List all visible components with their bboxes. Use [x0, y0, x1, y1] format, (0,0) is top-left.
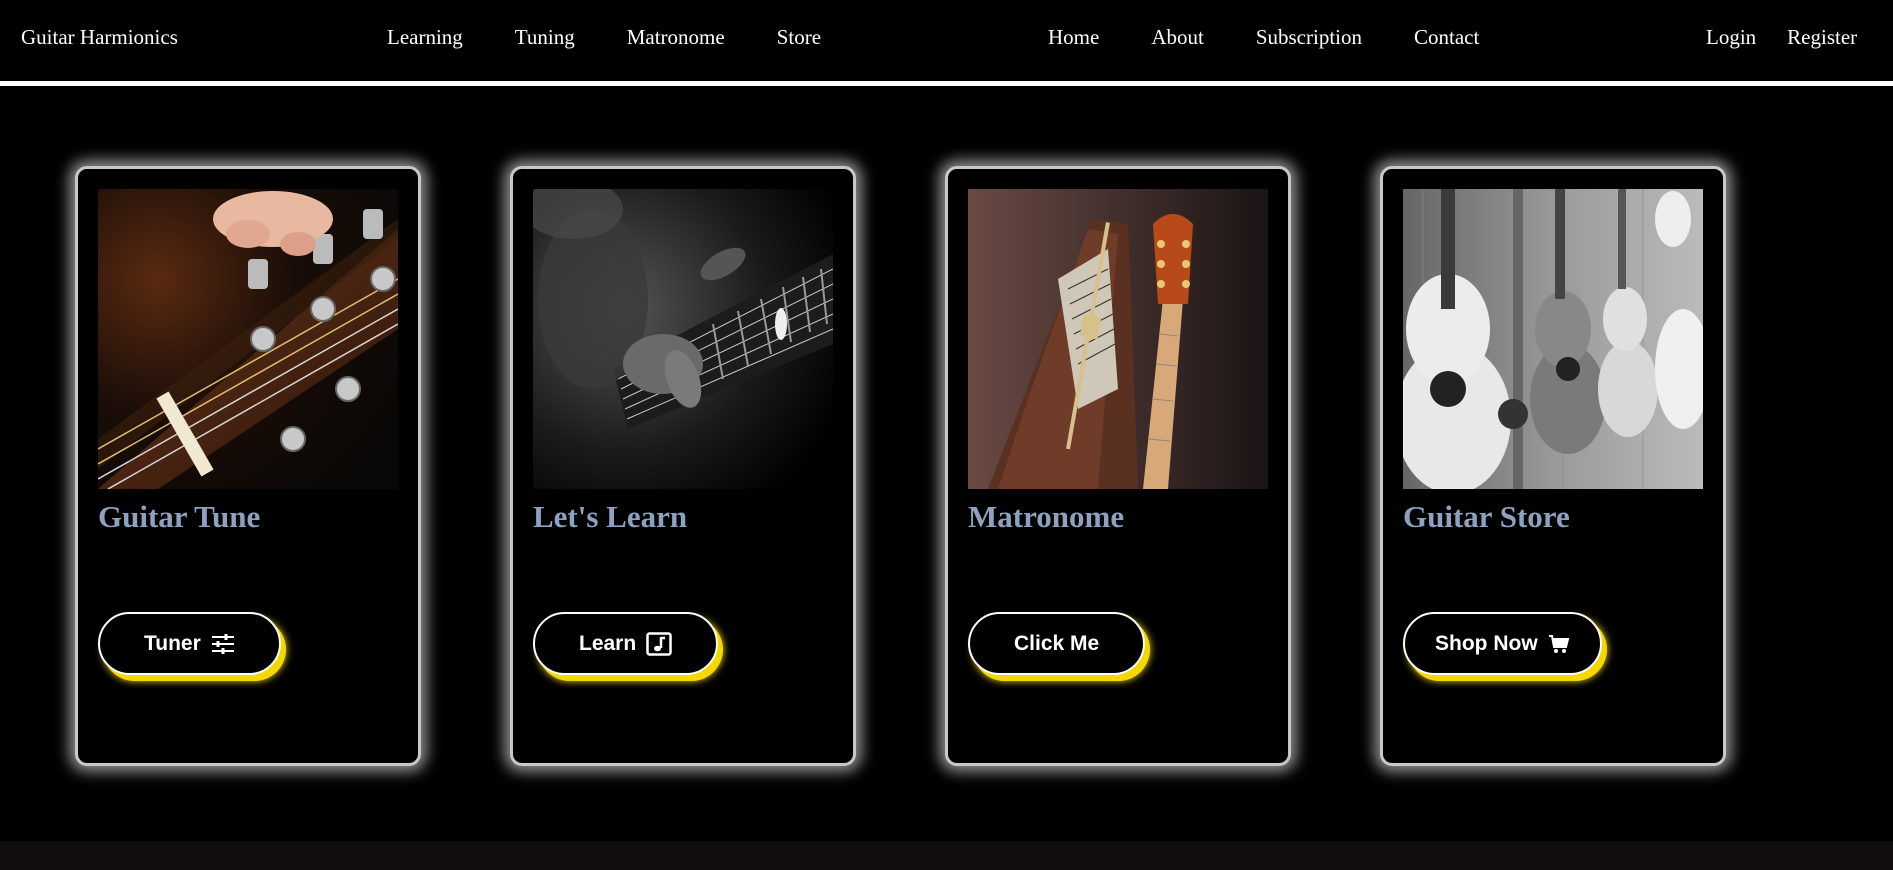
nav-matronome[interactable]: Matronome — [627, 25, 725, 50]
nav-register[interactable]: Register — [1787, 25, 1857, 50]
shop-now-button[interactable]: Shop Now — [1403, 612, 1602, 675]
button-label: Tuner — [144, 631, 201, 655]
card-title: Guitar Store — [1403, 499, 1570, 534]
guitarist-image — [533, 189, 833, 489]
card-matronome: Matronome Click Me — [945, 166, 1291, 766]
nav-tuning[interactable]: Tuning — [515, 25, 575, 50]
nav-store[interactable]: Store — [777, 25, 821, 50]
guitar-wall-image — [1403, 189, 1703, 489]
nav-learning[interactable]: Learning — [387, 25, 463, 50]
nav-home[interactable]: Home — [1048, 25, 1099, 50]
card-guitar-tune: Guitar Tune Tuner — [75, 166, 421, 766]
nav-about[interactable]: About — [1151, 25, 1204, 50]
feature-cards: Guitar Tune Tuner Let's Learn Learn Matr… — [0, 166, 1893, 766]
nav-left: Learning Tuning Matronome Store — [387, 25, 873, 50]
navbar: Guitar Harmionics Learning Tuning Matron… — [0, 0, 1893, 86]
metronome-image — [968, 189, 1268, 489]
brand-link[interactable]: Guitar Harmionics — [21, 25, 178, 50]
footer — [0, 841, 1893, 870]
learn-button[interactable]: Learn — [533, 612, 719, 675]
tuner-button[interactable]: Tuner — [98, 612, 281, 675]
card-title: Matronome — [968, 499, 1125, 534]
click-me-button[interactable]: Click Me — [968, 612, 1146, 675]
button-label: Shop Now — [1435, 631, 1538, 655]
nav-contact[interactable]: Contact — [1414, 25, 1479, 50]
nav-auth: Login Register — [1706, 25, 1888, 50]
button-label: Learn — [579, 631, 637, 655]
card-lets-learn: Let's Learn Learn — [510, 166, 856, 766]
nav-subscription[interactable]: Subscription — [1256, 25, 1362, 50]
card-title: Guitar Tune — [98, 499, 261, 534]
music-note-icon — [646, 631, 672, 656]
nav-main: Home About Subscription Contact — [1048, 25, 1531, 50]
card-title: Let's Learn — [533, 499, 688, 534]
guitar-headstock-image — [98, 189, 398, 489]
nav-login[interactable]: Login — [1706, 25, 1756, 50]
card-guitar-store: Guitar Store Shop Now — [1380, 166, 1726, 766]
sliders-icon — [211, 633, 235, 655]
button-label: Click Me — [1014, 631, 1100, 655]
cart-icon — [1548, 634, 1570, 654]
